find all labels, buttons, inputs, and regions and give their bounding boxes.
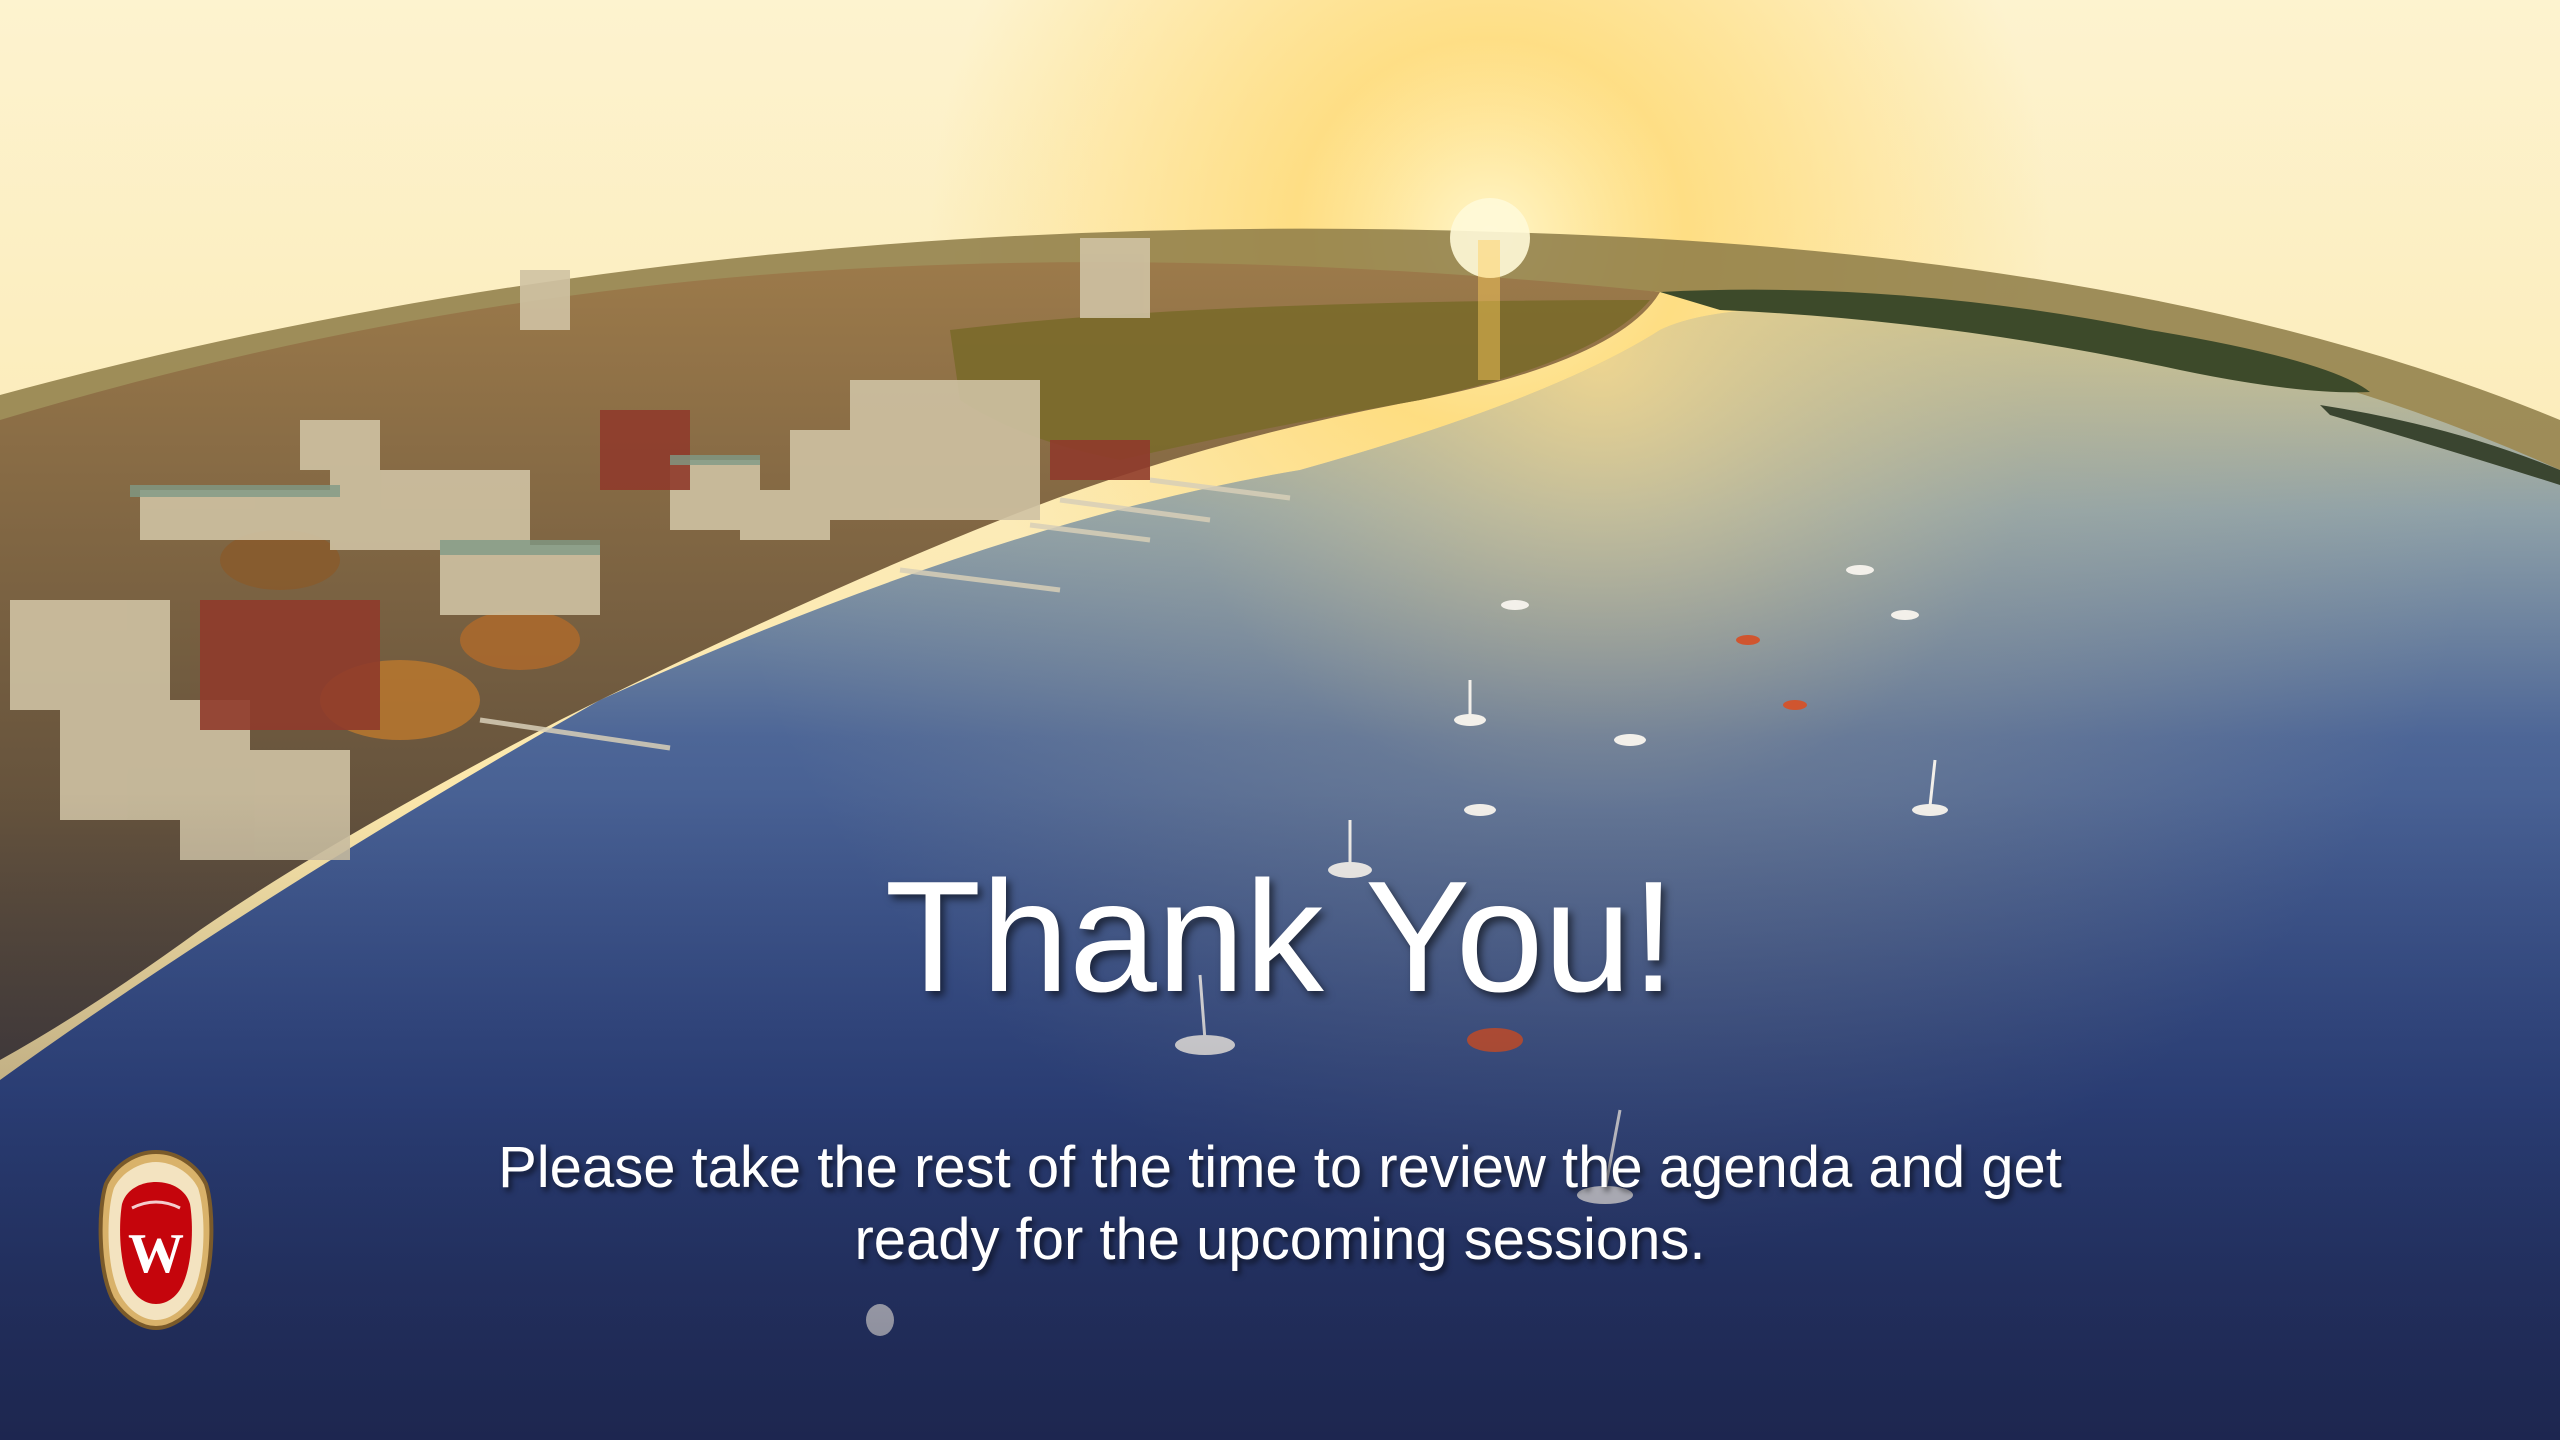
subtitle-line-1: Please take the rest of the time to revi…: [498, 1135, 2062, 1200]
uw-crest-icon: W: [98, 1149, 214, 1331]
crest-letter: W: [128, 1223, 184, 1285]
slide-title: Thank You!: [884, 849, 1676, 1025]
slide-subtitle: Please take the rest of the time to revi…: [380, 1132, 2180, 1276]
slide: Thank You! Please take the rest of the t…: [0, 0, 2560, 1440]
subtitle-line-2: ready for the upcoming sessions.: [854, 1207, 1706, 1272]
